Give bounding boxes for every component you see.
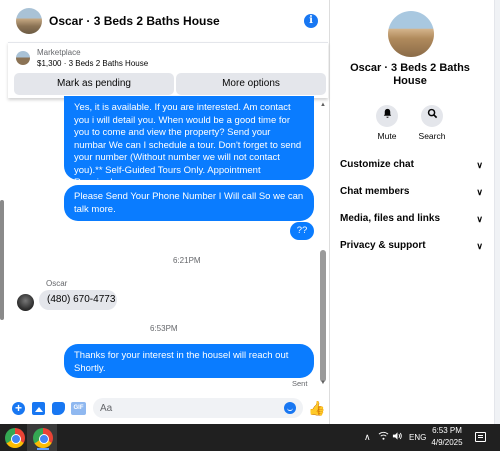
section-label: Privacy & support [340, 240, 426, 251]
tray-chevron-up-icon[interactable]: ∧ [364, 432, 371, 443]
volume-icon[interactable] [392, 431, 403, 444]
message-composer: + GIF 👍 [0, 396, 330, 422]
message-timestamp: 6:21PM [173, 256, 201, 265]
chevron-down-icon: ∨ [476, 160, 483, 170]
clock-date[interactable]: 4/9/2025 [428, 438, 466, 447]
taskbar: ∧ ENG 6:53 PM 4/9/2025 [0, 424, 500, 451]
message-input[interactable] [93, 398, 303, 418]
section-chat-members[interactable]: Chat members ∨ [331, 181, 493, 203]
outgoing-message: Please Send Your Phone Number I Will cal… [64, 185, 314, 221]
chevron-down-icon: ∨ [476, 241, 483, 251]
chrome-app-icon[interactable] [5, 428, 25, 448]
search-button[interactable]: Search [412, 105, 452, 141]
mute-label: Mute [377, 131, 397, 141]
listing-source: Marketplace [37, 48, 81, 57]
clock-time[interactable]: 6:53 PM [432, 426, 462, 435]
outgoing-message: Thanks for your interest in the housel w… [64, 344, 314, 378]
chat-header: Oscar · 3 Beds 2 Baths House i [0, 0, 330, 42]
listing-price-title[interactable]: $1,300 · 3 Beds 2 Baths House [37, 59, 148, 68]
conversation-title[interactable]: Oscar · 3 Beds 2 Baths House [49, 14, 220, 28]
plus-icon[interactable]: + [12, 402, 25, 415]
mark-as-pending-button[interactable]: Mark as pending [14, 73, 174, 95]
bell-icon[interactable] [376, 105, 398, 127]
profile-name: Oscar · 3 Beds 2 Baths House [350, 62, 470, 87]
conversation-avatar[interactable] [16, 8, 42, 34]
sticker-icon[interactable] [52, 402, 65, 415]
chevron-down-icon: ∨ [476, 214, 483, 224]
section-privacy-support[interactable]: Privacy & support ∨ [331, 235, 493, 257]
scroll-up-arrow-icon[interactable]: ▲ [320, 102, 326, 108]
incoming-message: (480) 670-4773 [39, 290, 117, 310]
sender-name: Oscar [46, 279, 68, 288]
more-options-button[interactable]: More options [176, 73, 326, 95]
gallery-icon[interactable] [32, 402, 45, 415]
chat-panel: Oscar · 3 Beds 2 Baths House i Marketpla… [0, 0, 330, 424]
section-label: Chat members [340, 186, 410, 197]
right-scrollbar[interactable] [494, 0, 500, 424]
search-label: Search [418, 131, 446, 141]
search-icon[interactable] [421, 105, 443, 127]
scrollbar-thumb[interactable] [320, 250, 326, 382]
section-label: Customize chat [340, 159, 414, 170]
listing-card: Marketplace $1,300 · 3 Beds 2 Baths Hous… [8, 42, 328, 98]
network-icon[interactable] [378, 431, 389, 444]
info-icon[interactable]: i [304, 14, 318, 28]
listing-thumbnail[interactable] [16, 51, 30, 65]
message-timestamp: 6:53PM [150, 324, 178, 333]
mute-button[interactable]: Mute [367, 105, 407, 141]
language-indicator[interactable]: ENG [409, 433, 426, 442]
sent-status: Sent [292, 379, 308, 388]
gif-icon[interactable]: GIF [71, 402, 86, 415]
section-media-files-links[interactable]: Media, files and links ∨ [331, 208, 493, 230]
outgoing-message: Yes, it is available. If you are interes… [64, 96, 314, 188]
active-app-indicator [37, 448, 49, 450]
scroll-down-arrow-icon[interactable]: ▼ [320, 380, 326, 386]
notifications-icon[interactable] [475, 432, 486, 442]
section-label: Media, files and links [340, 213, 441, 224]
left-scrollbar[interactable] [0, 200, 4, 320]
profile-photo[interactable] [388, 11, 434, 57]
sender-avatar[interactable] [17, 294, 34, 311]
section-customize-chat[interactable]: Customize chat ∨ [331, 154, 493, 176]
emoji-icon[interactable] [284, 402, 296, 414]
thumbs-up-icon[interactable]: 👍 [308, 400, 325, 416]
chevron-down-icon: ∨ [476, 187, 483, 197]
outgoing-message: ?? [290, 222, 314, 240]
chrome-app-icon[interactable] [33, 428, 53, 448]
